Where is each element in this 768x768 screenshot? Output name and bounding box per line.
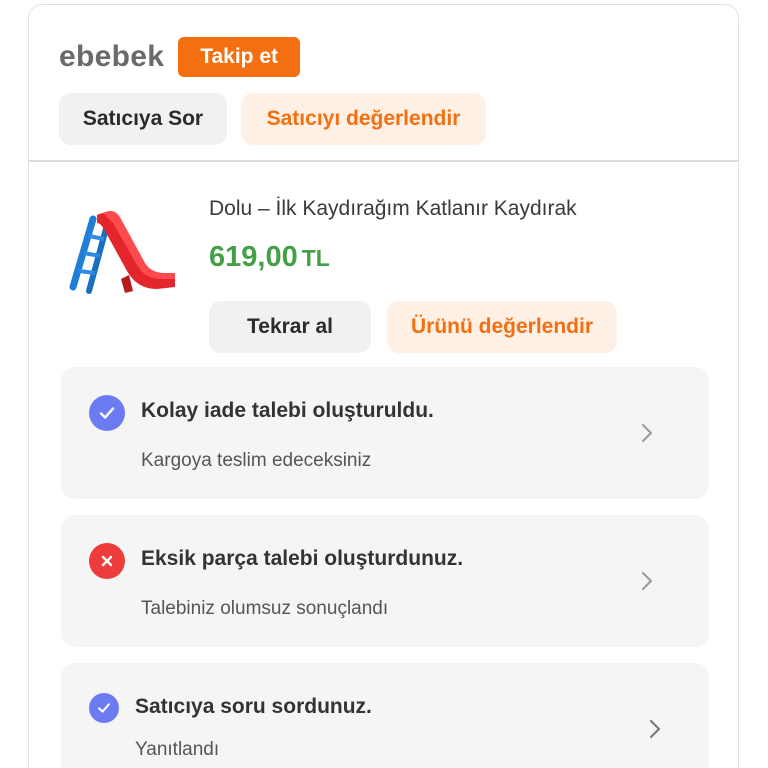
chevron-right-icon bbox=[642, 572, 652, 590]
status-subtitle: Talebiniz olumsuz sonuçlandı bbox=[141, 598, 389, 619]
ask-seller-button[interactable]: Satıcıya Sor bbox=[59, 93, 227, 145]
status-card-question[interactable]: Satıcıya soru sordunuz. Yanıtlandı bbox=[61, 663, 709, 768]
section-divider bbox=[29, 160, 738, 162]
follow-button[interactable]: Takip et bbox=[178, 37, 300, 77]
product-price: 619,00 TL bbox=[209, 241, 330, 274]
slide-toy-image[interactable] bbox=[59, 205, 179, 295]
rate-seller-button[interactable]: Satıcıyı değerlendir bbox=[241, 93, 486, 145]
status-card-missing-part[interactable]: Eksik parça talebi oluşturdunuz. Talebin… bbox=[61, 515, 709, 647]
check-icon bbox=[89, 395, 125, 431]
chevron-right-icon bbox=[642, 424, 652, 442]
rate-product-button[interactable]: Ürünü değerlendir bbox=[387, 301, 617, 353]
status-title: Kolay iade talebi oluşturuldu. bbox=[141, 399, 434, 422]
chevron-right-icon bbox=[649, 719, 661, 739]
seller-name[interactable]: ebebek bbox=[59, 40, 164, 74]
price-value: 619,00 bbox=[209, 241, 298, 273]
buy-again-button[interactable]: Tekrar al bbox=[209, 301, 371, 353]
status-title: Eksik parça talebi oluşturdunuz. bbox=[141, 547, 464, 570]
order-card: ebebek Takip et Satıcıya Sor Satıcıyı de… bbox=[28, 4, 739, 768]
product-title[interactable]: Dolu – İlk Kaydırağım Katlanır Kaydırak bbox=[209, 197, 577, 221]
seller-header: ebebek Takip et bbox=[59, 37, 300, 77]
status-subtitle: Kargoya teslim edeceksiniz bbox=[141, 450, 372, 471]
price-currency: TL bbox=[301, 245, 330, 271]
x-icon bbox=[89, 543, 125, 579]
check-icon bbox=[89, 693, 119, 723]
status-subtitle: Yanıtlandı bbox=[135, 739, 220, 760]
status-card-return[interactable]: Kolay iade talebi oluşturuldu. Kargoya t… bbox=[61, 367, 709, 499]
status-title: Satıcıya soru sordunuz. bbox=[135, 695, 372, 718]
